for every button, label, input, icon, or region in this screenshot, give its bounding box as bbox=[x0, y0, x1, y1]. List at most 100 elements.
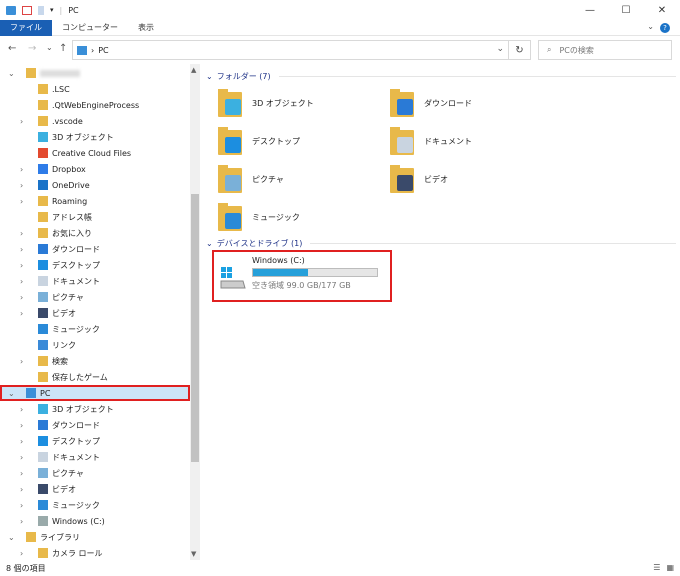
tab-computer[interactable]: コンピューター bbox=[52, 20, 128, 36]
maximize-button[interactable]: ☐ bbox=[608, 0, 644, 20]
document-folder-icon bbox=[390, 127, 414, 155]
address-bar[interactable]: › PC ⌄ bbox=[72, 40, 509, 60]
minimize-button[interactable]: — bbox=[572, 0, 608, 20]
tree-item[interactable]: › ドキュメント bbox=[0, 273, 190, 289]
tree-item[interactable]: › デスクトップ bbox=[0, 257, 190, 273]
customize-quick-access-icon[interactable]: ▾ bbox=[50, 6, 54, 14]
devices-group-header[interactable]: ⌄ デバイスとドライブ (1) bbox=[206, 238, 676, 249]
help-icon[interactable]: ? bbox=[660, 23, 670, 33]
up-button[interactable]: ↑ bbox=[59, 43, 67, 54]
tree-item[interactable]: › ダウンロード bbox=[0, 417, 190, 433]
scroll-down-icon[interactable]: ▼ bbox=[191, 550, 196, 558]
scroll-up-icon[interactable]: ▲ bbox=[191, 66, 196, 74]
chevron-right-icon[interactable]: › bbox=[20, 485, 28, 494]
tree-item[interactable]: › ダウンロード bbox=[0, 241, 190, 257]
refresh-button[interactable]: ↻ bbox=[509, 40, 531, 60]
chevron-right-icon[interactable]: › bbox=[20, 229, 28, 238]
tree-item[interactable]: › カメラ ロール bbox=[0, 545, 190, 560]
chevron-right-icon[interactable]: › bbox=[20, 181, 28, 190]
tree-item[interactable]: › Windows (C:) bbox=[0, 513, 190, 529]
chevron-right-icon[interactable]: › bbox=[20, 277, 28, 286]
navigation-scrollbar[interactable]: ▲ ▼ bbox=[190, 64, 200, 560]
tree-item[interactable]: › ミュージック bbox=[0, 497, 190, 513]
chevron-right-icon[interactable]: › bbox=[20, 517, 28, 526]
tree-item[interactable]: › Roaming bbox=[0, 193, 190, 209]
chevron-down-icon[interactable]: ⌄ bbox=[8, 69, 16, 78]
search-input[interactable]: ⌕ PCの検索 bbox=[538, 40, 672, 60]
chevron-right-icon[interactable]: › bbox=[20, 421, 28, 430]
close-button[interactable]: ✕ bbox=[644, 0, 680, 20]
details-view-icon[interactable]: ☰ bbox=[653, 563, 660, 572]
chevron-right-icon[interactable]: › bbox=[20, 261, 28, 270]
tree-item[interactable]: › ピクチャ bbox=[0, 289, 190, 305]
folder-item[interactable]: ダウンロード bbox=[390, 86, 472, 120]
tree-item[interactable]: › ビデオ bbox=[0, 305, 190, 321]
tree-item[interactable]: › .vscode bbox=[0, 113, 190, 129]
folder-label: ドキュメント bbox=[424, 136, 472, 146]
tree-item[interactable]: › デスクトップ bbox=[0, 433, 190, 449]
large-icons-view-icon[interactable]: ▦ bbox=[666, 563, 674, 572]
tree-item[interactable]: ⌄ PC bbox=[0, 385, 190, 401]
folder-label: 3D オブジェクト bbox=[252, 98, 314, 108]
tree-item[interactable]: › 検索 bbox=[0, 353, 190, 369]
chevron-right-icon[interactable]: › bbox=[20, 437, 28, 446]
chevron-right-icon[interactable]: › bbox=[20, 117, 28, 126]
tree-item[interactable]: › ビデオ bbox=[0, 481, 190, 497]
folder-item[interactable]: ピクチャ bbox=[218, 162, 284, 196]
tree-item[interactable]: › Dropbox bbox=[0, 161, 190, 177]
chevron-right-icon[interactable]: › bbox=[20, 501, 28, 510]
scrollbar-thumb[interactable] bbox=[191, 194, 199, 462]
tab-file[interactable]: ファイル bbox=[0, 19, 52, 36]
expand-ribbon-icon[interactable]: ⌄ bbox=[647, 22, 654, 31]
chevron-right-icon[interactable]: › bbox=[20, 245, 28, 254]
chevron-right-icon[interactable]: › bbox=[20, 469, 28, 478]
tree-item-label: ライブラリ bbox=[40, 532, 80, 542]
chevron-down-icon[interactable]: ⌄ bbox=[8, 533, 16, 542]
tree-item[interactable]: リンク bbox=[0, 337, 190, 353]
chevron-right-icon[interactable]: › bbox=[20, 293, 28, 302]
tree-item[interactable]: 保存したゲーム bbox=[0, 369, 190, 385]
chevron-right-icon[interactable]: › bbox=[20, 357, 28, 366]
breadcrumb-pc[interactable]: PC bbox=[98, 46, 108, 55]
forward-button[interactable]: → bbox=[28, 43, 36, 54]
drive-c[interactable]: Windows (C:) 空き領域 99.0 GB/177 GB bbox=[212, 250, 392, 302]
address-dropdown-icon[interactable]: ⌄ bbox=[496, 44, 504, 54]
tree-item[interactable]: ミュージック bbox=[0, 321, 190, 337]
new-folder-icon[interactable] bbox=[38, 5, 44, 15]
tree-item[interactable]: › 3D オブジェクト bbox=[0, 401, 190, 417]
recent-locations-button[interactable]: ⌄ bbox=[46, 43, 53, 52]
tab-view[interactable]: 表示 bbox=[128, 20, 164, 36]
folders-group-header[interactable]: ⌄ フォルダー (7) bbox=[206, 71, 676, 82]
folder-item[interactable]: 3D オブジェクト bbox=[218, 86, 314, 120]
folder-item[interactable]: ドキュメント bbox=[390, 124, 472, 158]
tree-item[interactable]: ⌄ ライブラリ bbox=[0, 529, 190, 545]
tree-item[interactable]: .QtWebEngineProcess bbox=[0, 97, 190, 113]
folder-item[interactable]: デスクトップ bbox=[218, 124, 300, 158]
tree-item-label: Creative Cloud Files bbox=[52, 148, 132, 158]
chevron-right-icon[interactable]: › bbox=[20, 549, 28, 558]
folder-label: ミュージック bbox=[252, 212, 300, 222]
tree-item[interactable]: › ドキュメント bbox=[0, 449, 190, 465]
chevron-right-icon[interactable]: › bbox=[20, 405, 28, 414]
chevron-right-icon[interactable]: › bbox=[20, 197, 28, 206]
tree-item[interactable]: › ピクチャ bbox=[0, 465, 190, 481]
folder-item[interactable]: ビデオ bbox=[390, 162, 448, 196]
tree-item[interactable]: .LSC bbox=[0, 81, 190, 97]
chevron-right-icon[interactable]: › bbox=[20, 165, 28, 174]
pc-icon bbox=[6, 5, 16, 15]
tree-item[interactable]: 3D オブジェクト bbox=[0, 129, 190, 145]
tree-item[interactable]: ⌄ bbox=[0, 65, 190, 81]
chevron-right-icon[interactable]: › bbox=[20, 309, 28, 318]
chevron-down-icon[interactable]: ⌄ bbox=[8, 389, 16, 398]
back-button[interactable]: ← bbox=[8, 43, 16, 54]
tree-item[interactable]: Creative Cloud Files bbox=[0, 145, 190, 161]
properties-icon[interactable] bbox=[22, 5, 32, 15]
folder-item[interactable]: ミュージック bbox=[218, 200, 300, 234]
tree-item[interactable]: › お気に入り bbox=[0, 225, 190, 241]
download-folder-icon bbox=[390, 89, 414, 117]
chevron-right-icon[interactable]: › bbox=[20, 453, 28, 462]
folder-label: ピクチャ bbox=[252, 174, 284, 184]
tree-item[interactable]: › OneDrive bbox=[0, 177, 190, 193]
tree-item-label: ドキュメント bbox=[52, 452, 100, 462]
tree-item[interactable]: アドレス帳 bbox=[0, 209, 190, 225]
